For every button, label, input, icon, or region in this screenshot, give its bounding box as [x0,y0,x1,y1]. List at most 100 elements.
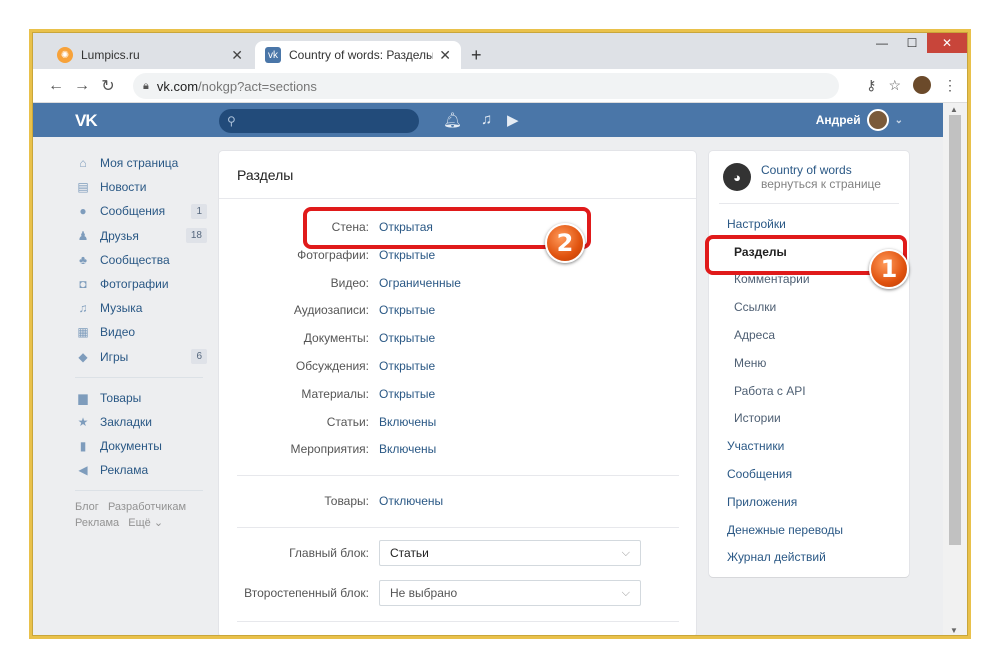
tab-strip: ✺ Lumpics.ru ✕ vk Country of words: Разд… [33,33,967,69]
bag-icon: ▆ [78,390,88,405]
settings-menu-item[interactable]: Сообщения [709,460,909,488]
sidebar-item[interactable]: ▆ Товары [75,386,207,410]
sidebar-item[interactable]: ♟ Друзья 18 [75,224,207,248]
back-icon[interactable]: ← [43,77,69,95]
setting-value[interactable]: Открытые [379,387,435,401]
maximize-icon[interactable]: ☐ [897,33,927,53]
sidebar-item[interactable]: ♫ Музыка [75,296,207,320]
divider [75,490,203,492]
sidebar-item[interactable]: ★ Закладки [75,410,207,434]
setting-label: Обсуждения: [295,359,369,373]
settings-menu-item[interactable]: Денежные переводы [709,516,909,544]
sidebar-item[interactable]: ◆ Игры 6 [75,345,207,369]
footer-link-more[interactable]: Ещё [128,517,151,529]
page-title: Разделы [219,151,696,199]
settings-menu-item[interactable]: Приложения [709,488,909,516]
settings-menu-item[interactable]: Работа с API [709,377,909,405]
setting-value[interactable]: Ограниченные [379,276,461,290]
sidebar-item-label: Документы [100,439,162,454]
sidebar-item[interactable]: ◀ Реклама [75,458,207,482]
sidebar-item-label: Моя страница [100,156,179,171]
address-bar[interactable]: 🔒︎ vk.com/nokgp?act=sections [133,73,839,99]
notifications-bell-icon[interactable]: 🔔︎ [443,111,462,129]
scrollbar-thumb[interactable] [949,115,961,545]
sidebar-footer: Блог Разработчикам Реклама Ещё ⌄ [75,499,207,531]
setting-value[interactable]: Открытые [379,359,435,373]
settings-menu-item[interactable]: Журнал действий [709,544,909,572]
secondary-block-select[interactable]: Не выбрано ⌵ [379,580,641,606]
setting-value[interactable]: Включены [379,442,436,456]
video-icon: ▦ [77,325,89,340]
settings-menu-item[interactable]: Участники [709,432,909,460]
sidebar-item[interactable]: ▤ Новости [75,175,207,199]
setting-value[interactable]: Отключены [379,494,443,508]
key-icon[interactable]: ⚷ [866,77,876,94]
avatar [866,109,889,131]
back-to-page-link[interactable]: вернуться к странице [761,177,881,191]
settings-menu-item[interactable]: Ссылки [709,293,909,321]
chevron-down-icon: ⌵ [621,586,630,599]
sidebar-item[interactable]: ♣ Сообщества [75,248,207,272]
window-close-icon[interactable]: ✕ [927,33,967,53]
close-tab-icon[interactable]: ✕ [439,47,451,64]
music-icon[interactable]: ♫ [481,111,492,128]
footer-link-blog[interactable]: Блог [75,501,99,513]
footer-link-ads[interactable]: Реклама [75,517,119,529]
sidebar-item[interactable]: ▦ Видео [75,320,207,344]
sidebar-item-label: Видео [100,325,136,340]
divider [237,527,679,528]
profile-avatar[interactable] [913,76,931,94]
scroll-down-icon[interactable]: ▼ [950,626,958,635]
scroll-up-icon[interactable]: ▲ [950,105,958,114]
settings-menu-item[interactable]: Адреса [709,321,909,349]
step-badge-1: 1 [869,249,909,289]
setting-label: Статьи: [326,414,369,429]
tab-title: Lumpics.ru [81,48,140,62]
minimize-icon[interactable]: — [867,33,897,53]
count-badge: 1 [191,203,207,219]
settings-menu-item[interactable]: Настройки [709,210,909,238]
main-block-value: Статьи [390,546,429,560]
step-badge-2: 2 [545,223,585,263]
url-path: /nokgp?act=sections [198,78,317,94]
bookmark-star-icon[interactable]: ☆ [888,77,901,94]
setting-value[interactable]: Открытые [379,303,435,317]
sidebar-item[interactable]: ▮ Документы [75,434,207,458]
tab-lumpics[interactable]: ✺ Lumpics.ru ✕ [47,41,253,69]
vk-search-input[interactable]: ⚲ [219,109,419,133]
sidebar-item-label: Закладки [100,414,152,429]
chevron-down-icon: ⌄ [894,114,903,126]
setting-label: Документы: [303,331,369,346]
sidebar-item[interactable]: ◘ Фотографии [75,272,207,296]
setting-value[interactable]: Включены [379,415,436,429]
forward-icon[interactable]: → [69,77,95,95]
count-badge: 6 [191,349,207,365]
new-tab-icon[interactable]: + [471,45,482,66]
setting-row: Аудиозаписи: Открытые [219,296,696,324]
vk-logo[interactable]: VK [75,111,98,131]
sidebar-item[interactable]: ● Сообщения 1 [75,199,207,223]
main-block-select[interactable]: Статьи ⌵ [379,540,641,566]
chevron-down-icon: ⌵ [621,546,630,559]
group-header[interactable]: ◕ Country of words вернуться к странице [719,151,899,204]
tab-title: Country of words: Разделы [289,48,434,62]
footer-link-dev[interactable]: Разработчикам [108,501,186,513]
group-name[interactable]: Country of words [761,163,881,177]
groups-icon: ♣ [79,252,87,267]
setting-value[interactable]: Открытые [379,248,435,262]
close-tab-icon[interactable]: ✕ [231,47,243,64]
play-icon[interactable]: ▶ [507,111,519,129]
sidebar-item-label: Фотографии [100,277,169,292]
settings-menu-item[interactable]: Истории [709,405,909,433]
tab-vk[interactable]: vk Country of words: Разделы ✕ [255,41,461,69]
settings-menu-item[interactable]: Меню [709,349,909,377]
count-badge: 18 [185,228,207,244]
sidebar-item[interactable]: ⌂ Моя страница [75,151,207,175]
scrollbar[interactable]: ▲ ▼ [943,103,967,635]
news-icon: ▤ [77,180,89,195]
setting-value[interactable]: Открытые [379,331,435,345]
reload-icon[interactable]: ↻ [95,76,121,96]
vk-user-menu[interactable]: Андрей ⌄ [816,109,903,131]
menu-dots-icon[interactable]: ⋮ [943,77,957,94]
setting-label: Видео: [330,275,369,290]
